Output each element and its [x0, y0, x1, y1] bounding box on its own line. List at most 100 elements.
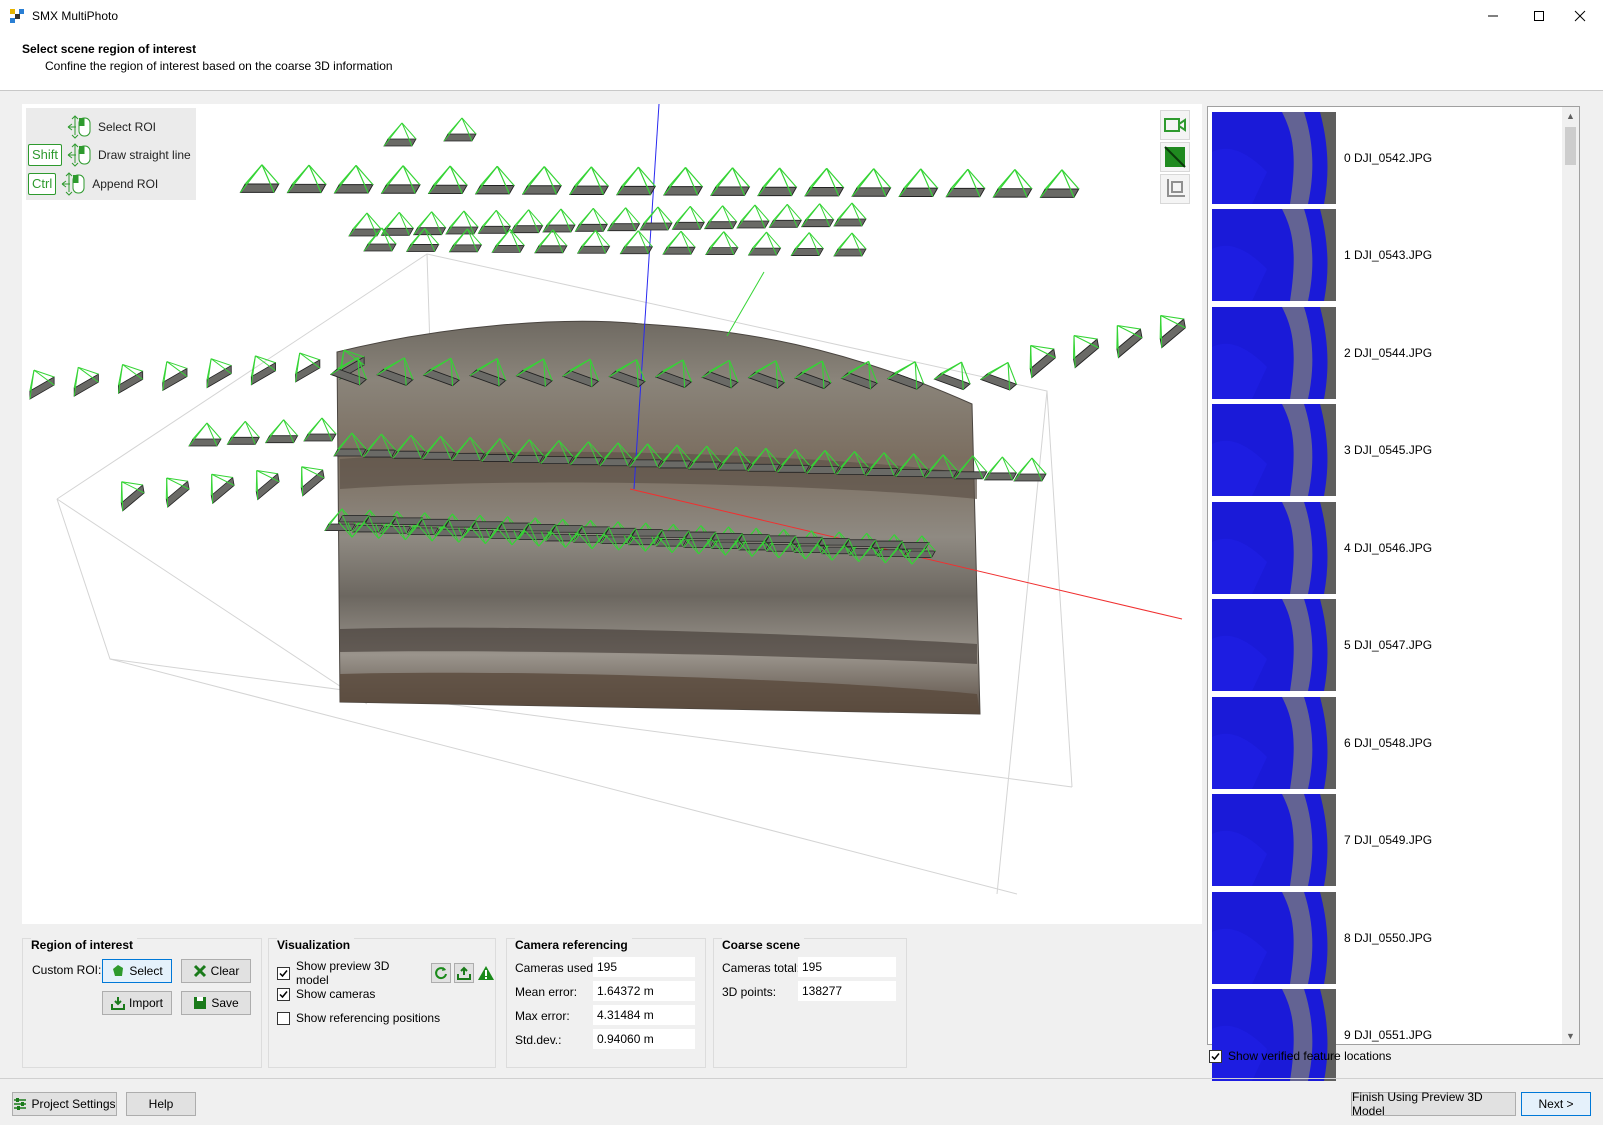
warning-icon — [478, 966, 495, 980]
cameras-used-value: 195 — [593, 957, 695, 977]
scroll-up-icon[interactable]: ▲ — [1562, 107, 1579, 124]
image-filename: 0 DJI_0542.JPG — [1344, 150, 1433, 165]
view-toolbar — [1160, 110, 1190, 206]
ctrl-key: Ctrl — [28, 173, 57, 195]
save-roi-button[interactable]: Save — [181, 991, 251, 1015]
cameras-total-value: 195 — [798, 957, 896, 977]
save-icon — [194, 997, 207, 1009]
camera-view-button[interactable] — [1160, 110, 1190, 140]
maximize-icon — [1534, 10, 1544, 21]
close-icon — [1574, 10, 1586, 21]
video-camera-icon — [1164, 118, 1186, 132]
hint-select-roi: Select ROI — [62, 114, 156, 140]
image-thumbnail — [1212, 111, 1336, 204]
image-thumbnail — [1212, 891, 1336, 984]
crop-icon — [1167, 179, 1185, 197]
page-subtitle: Confine the region of interest based on … — [45, 59, 393, 73]
show-verified-checkbox[interactable] — [1209, 1049, 1222, 1063]
app-icon — [10, 8, 24, 23]
minimize-icon — [1488, 15, 1498, 16]
polygon-select-icon — [113, 965, 124, 976]
refresh-button[interactable] — [431, 963, 452, 983]
select-roi-button[interactable]: Select — [102, 959, 172, 983]
image-list-item[interactable]: 7 DJI_0549.JPG — [1212, 792, 1552, 889]
next-button[interactable]: Next > — [1521, 1092, 1591, 1116]
mean-error-value: 1.64372 m — [593, 981, 695, 1001]
image-list-scrollbar[interactable]: ▲ ▼ — [1562, 107, 1579, 1044]
image-thumbnail — [1212, 209, 1336, 301]
show-cameras-toggle[interactable]: Show cameras — [277, 987, 375, 1001]
image-list-item[interactable]: 9 DJI_0551.JPG — [1212, 987, 1552, 1084]
mouse-icon — [67, 143, 91, 167]
image-filename: 7 DJI_0549.JPG — [1344, 833, 1433, 847]
show-referencing-toggle[interactable]: Show referencing positions — [277, 1011, 440, 1025]
image-thumbnail — [1212, 306, 1336, 399]
std-dev-value: 0.94060 m — [593, 1029, 695, 1049]
title-bar: SMX MultiPhoto — [0, 0, 1603, 31]
image-list-item[interactable]: 0 DJI_0542.JPG — [1212, 109, 1552, 206]
max-error-value: 4.31484 m — [593, 1005, 695, 1025]
image-filename: 2 DJI_0544.JPG — [1344, 345, 1433, 360]
close-button[interactable] — [1557, 0, 1603, 31]
settings-sliders-icon — [14, 1098, 27, 1110]
shift-key: Shift — [28, 144, 63, 166]
image-list-item[interactable]: 2 DJI_0544.JPG — [1212, 304, 1552, 401]
help-button[interactable]: Help — [126, 1092, 196, 1116]
scroll-thumb[interactable] — [1565, 127, 1576, 165]
wizard-header: Select scene region of interest Confine … — [0, 31, 1603, 91]
mouse-icon — [61, 172, 85, 196]
image-thumbnail — [1212, 794, 1336, 886]
coarse-scene-group: Coarse scene Cameras total: 195 3D point… — [713, 938, 907, 1068]
3d-viewport[interactable]: Select ROI Shift Draw straight line Ctrl… — [22, 104, 1202, 924]
hint-draw-line: Shift Draw straight line — [28, 142, 191, 168]
show-verified-toggle[interactable]: Show verified feature locations — [1209, 1049, 1391, 1063]
image-filename: 4 DJI_0546.JPG — [1344, 540, 1433, 555]
image-thumbnail — [1212, 696, 1336, 789]
axis-y — [726, 271, 765, 337]
image-list-item[interactable]: 8 DJI_0550.JPG — [1212, 889, 1552, 986]
image-list-item[interactable]: 1 DJI_0543.JPG — [1212, 207, 1552, 304]
image-list-item[interactable]: 5 DJI_0547.JPG — [1212, 597, 1552, 694]
image-thumbnail — [1212, 599, 1336, 691]
mouse-icon — [67, 115, 91, 139]
project-settings-button[interactable]: Project Settings — [12, 1092, 117, 1116]
show-preview-toggle[interactable]: Show preview 3D model — [277, 959, 495, 987]
export-button[interactable] — [454, 963, 475, 983]
clear-roi-button[interactable]: Clear — [181, 959, 251, 983]
maximize-button[interactable] — [1516, 0, 1562, 31]
toggle-model-button[interactable] — [1160, 142, 1190, 172]
image-thumbnail — [1212, 404, 1336, 496]
reset-view-button[interactable] — [1160, 174, 1190, 204]
import-icon — [110, 997, 125, 1010]
image-filename: 1 DJI_0543.JPG — [1344, 248, 1433, 262]
image-list-item[interactable]: 3 DJI_0545.JPG — [1212, 402, 1552, 499]
visualization-group: Visualization Show preview 3D model Show… — [268, 938, 496, 1068]
show-referencing-checkbox[interactable] — [277, 1011, 290, 1025]
camera-referencing-group: Camera referencing Cameras used: 195 Mea… — [506, 938, 706, 1068]
import-roi-button[interactable]: Import — [102, 991, 172, 1015]
image-list[interactable]: 0 DJI_0542.JPG 1 DJI_0543.JPG 2 DJI_0544.J… — [1207, 106, 1580, 1081]
page-title: Select scene region of interest — [22, 42, 197, 56]
image-filename: 3 DJI_0545.JPG — [1344, 443, 1433, 457]
mouse-hints: Select ROI Shift Draw straight line Ctrl… — [26, 108, 196, 200]
image-filename: 9 DJI_0551.JPG — [1344, 1028, 1433, 1042]
image-filename: 8 DJI_0550.JPG — [1344, 930, 1433, 945]
export-icon — [457, 966, 472, 980]
scroll-down-icon[interactable]: ▼ — [1562, 1027, 1579, 1044]
points-value: 138277 — [798, 981, 896, 1001]
scene-canvas[interactable] — [22, 104, 1202, 924]
image-thumbnail — [1212, 989, 1336, 1081]
image-filename: 5 DJI_0547.JPG — [1344, 638, 1433, 652]
image-list-item[interactable]: 6 DJI_0548.JPG — [1212, 694, 1552, 791]
roi-group: Region of interest Custom ROI: Select Cl… — [22, 938, 262, 1068]
finish-preview-button[interactable]: Finish Using Preview 3D Model — [1351, 1090, 1516, 1118]
model-view-icon — [1164, 146, 1186, 168]
image-list-item[interactable]: 4 DJI_0546.JPG — [1212, 499, 1552, 596]
show-cameras-checkbox[interactable] — [277, 987, 290, 1001]
show-preview-checkbox[interactable] — [277, 966, 290, 980]
window-title: SMX MultiPhoto — [32, 8, 119, 23]
refresh-icon — [435, 967, 448, 980]
minimize-button[interactable] — [1470, 0, 1516, 31]
footer-divider — [0, 1078, 1603, 1079]
clear-icon — [193, 964, 206, 978]
